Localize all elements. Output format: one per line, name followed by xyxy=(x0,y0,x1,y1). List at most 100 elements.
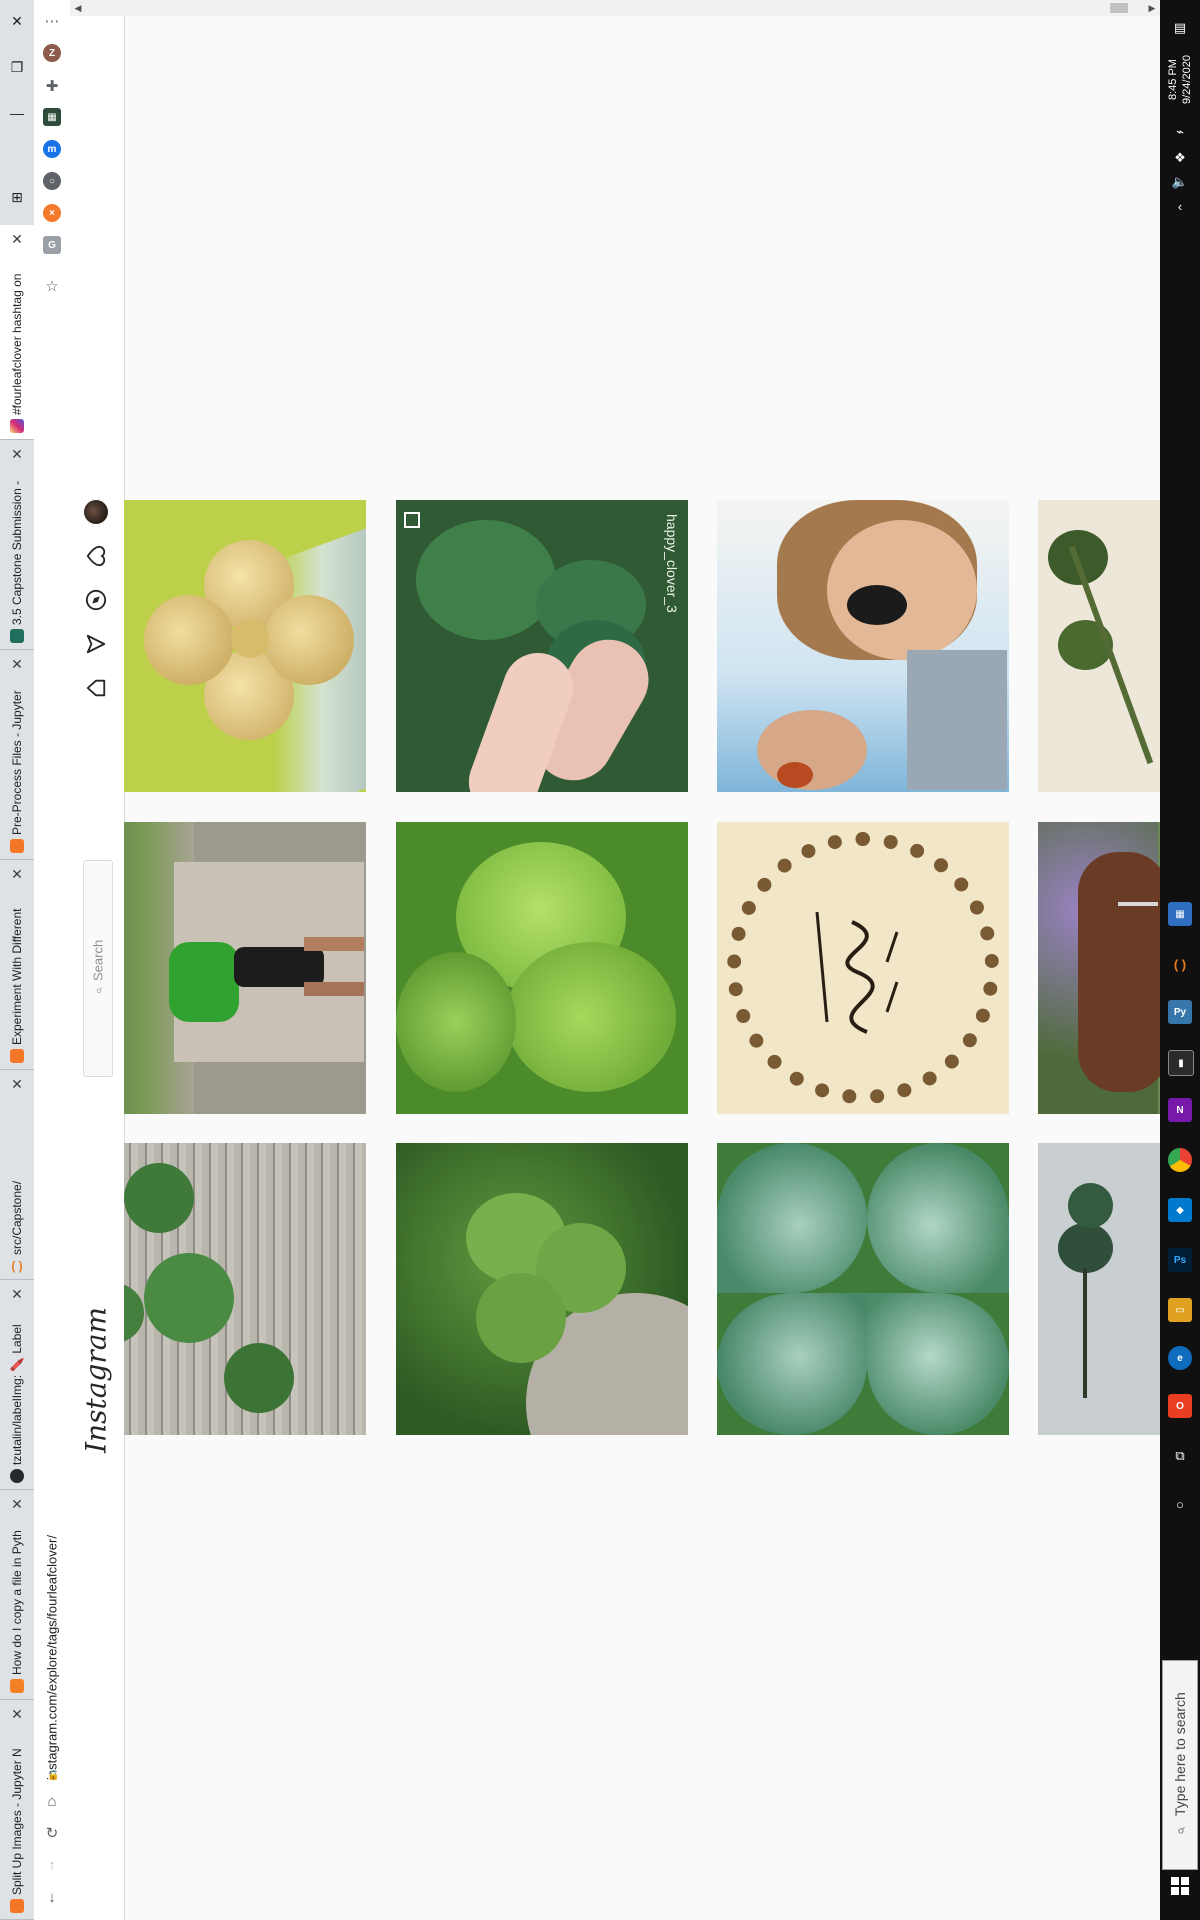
post-gold-clover-pendant[interactable] xyxy=(124,500,366,792)
post-clover-on-paper[interactable] xyxy=(1038,1143,1160,1435)
post-clover-on-rock[interactable] xyxy=(396,1143,688,1435)
profile-avatar[interactable]: Z xyxy=(43,44,61,62)
chrome-app-icon[interactable] xyxy=(1168,1148,1192,1172)
tab-split-up-images[interactable]: ✕ Split Up Images - Jupyter N xyxy=(0,1700,34,1920)
browser-tab-strip: ✕ ❐ — ⊞ ✕ Split Up Images - Jupyter N ✕ … xyxy=(0,0,34,1920)
office-app-icon[interactable]: O xyxy=(1168,1394,1192,1418)
tab-search-icon[interactable]: ⊞ xyxy=(6,186,28,208)
file-explorer-icon[interactable]: ▭ xyxy=(1168,1298,1192,1322)
tab-title: Split Up Images - Jupyter N xyxy=(10,1748,24,1895)
search-placeholder: ⌕ Search xyxy=(84,861,112,1076)
vscode-app-icon[interactable]: ◆ xyxy=(1168,1198,1192,1222)
tab-title: #fourleafclover hashtag on xyxy=(10,273,24,415)
tab-copy-file-python[interactable]: ✕ How do I copy a file in Pyth xyxy=(0,1490,34,1700)
scroll-left-arrow-icon[interactable]: ◀ xyxy=(70,0,86,16)
activity-heart-icon[interactable] xyxy=(84,544,108,568)
tab-title: How do I copy a file in Pyth xyxy=(10,1530,24,1675)
reload-icon[interactable]: ↻ xyxy=(41,1822,63,1844)
post-hand-with-ring[interactable] xyxy=(1038,822,1160,1114)
clover-leaf xyxy=(717,1293,867,1435)
extension-circle-icon[interactable]: ○ xyxy=(43,172,61,190)
taskbar-search-placeholder: ⌕ Type here to search xyxy=(1163,1661,1197,1869)
profile-avatar[interactable] xyxy=(84,500,108,524)
extension-m-icon[interactable]: m xyxy=(43,140,61,158)
post-clover-sprigs[interactable] xyxy=(1038,500,1160,792)
dropbox-icon[interactable]: ❖ xyxy=(1170,148,1190,168)
tab-src-capstone[interactable]: ✕ src/Capstone/ ( ) xyxy=(0,1070,34,1280)
tab-title: Pre-Process Files - Jupyter N xyxy=(10,686,24,835)
url-text[interactable]: instagram.com/explore/tags/fourleafclove… xyxy=(38,1300,66,1780)
tab-capstone-submission[interactable]: ✕ 3.5 Capstone Submission - xyxy=(0,440,34,650)
direct-messages-icon[interactable] xyxy=(84,632,108,656)
notifications-icon[interactable]: ▤ xyxy=(1170,18,1190,38)
volume-icon[interactable]: 🔈 xyxy=(1170,172,1190,192)
edge-app-icon[interactable]: e xyxy=(1168,1346,1192,1370)
green-shirt xyxy=(169,942,239,1022)
windows-start-icon[interactable] xyxy=(1170,1876,1190,1896)
home-icon[interactable] xyxy=(84,676,108,700)
clover-leaf xyxy=(506,942,676,1092)
pendant-petal xyxy=(144,595,234,685)
lock-icon[interactable]: 🔒 xyxy=(47,1770,59,1781)
close-icon[interactable]: ✕ xyxy=(9,446,25,462)
close-icon[interactable]: ✕ xyxy=(9,656,25,672)
clover-leaf xyxy=(224,1343,294,1413)
show-hidden-icons-icon[interactable]: ‹ xyxy=(1170,196,1190,216)
tab-title: src/Capstone/ xyxy=(10,1180,24,1255)
tab-labelimg[interactable]: ✕ tzutalin/labelImg: 🖍️ Label xyxy=(0,1280,34,1490)
face xyxy=(827,520,977,660)
extension-x-icon[interactable]: × xyxy=(43,204,61,222)
search-input[interactable]: ⌕ Search xyxy=(83,860,113,1077)
taskbar-clock[interactable]: 8:45 PM 9/24/2020 xyxy=(1162,40,1198,120)
instagram-icon xyxy=(10,419,24,433)
minimize-window-icon[interactable]: — xyxy=(6,102,28,124)
home-icon[interactable]: ⌂ xyxy=(41,1790,63,1812)
task-view-icon[interactable]: ⧉ xyxy=(1170,1446,1190,1466)
forward-icon[interactable]: ↑ xyxy=(41,1854,63,1876)
clover-leaf xyxy=(396,952,516,1092)
windows-taskbar: ⌕ Type here to search ○ ⧉ O e ▭ Ps ◆ N ▮… xyxy=(1160,0,1200,1920)
tab-experiment[interactable]: ✕ Experiment With Different xyxy=(0,860,34,1070)
clover-leaf xyxy=(144,1253,234,1343)
close-icon[interactable]: ✕ xyxy=(9,1286,25,1302)
tab-pre-process[interactable]: ✕ Pre-Process Files - Jupyter N xyxy=(0,650,34,860)
close-icon[interactable]: ✕ xyxy=(9,1706,25,1722)
post-person-green-shirt[interactable] xyxy=(124,822,366,1114)
tab-fourleafclover[interactable]: ✕ #fourleafclover hashtag on xyxy=(0,225,34,440)
extension-picture-icon[interactable]: ▦ xyxy=(43,108,61,126)
explore-compass-icon[interactable] xyxy=(84,588,108,612)
tab-title: tzutalin/labelImg: 🖍️ Label xyxy=(10,1324,24,1465)
close-window-icon[interactable]: ✕ xyxy=(6,10,28,32)
post-large-clover-closeup[interactable] xyxy=(717,1143,1009,1435)
calculator-app-icon[interactable]: ▦ xyxy=(1168,902,1192,926)
instagram-logo[interactable]: Instagram xyxy=(78,1307,114,1453)
photoshop-app-icon[interactable]: Ps xyxy=(1168,1248,1192,1272)
taskbar-search-box[interactable]: ⌕ Type here to search xyxy=(1162,1660,1198,1870)
network-icon[interactable]: ⌁ xyxy=(1170,122,1190,142)
tab-title: Experiment With Different xyxy=(10,908,24,1046)
brackets-app-icon[interactable]: ( ) xyxy=(1168,952,1192,976)
extensions-puzzle-icon[interactable]: ✚ xyxy=(41,75,63,97)
close-icon[interactable]: ✕ xyxy=(9,1076,25,1092)
close-icon[interactable]: ✕ xyxy=(9,231,25,247)
multiple-posts-icon xyxy=(404,512,420,528)
onenote-app-icon[interactable]: N xyxy=(1168,1098,1192,1122)
close-icon[interactable]: ✕ xyxy=(9,1496,25,1512)
cortana-icon[interactable]: ○ xyxy=(1170,1494,1190,1514)
bookmark-star-icon[interactable]: ☆ xyxy=(41,275,63,297)
post-clovers-on-wood[interactable] xyxy=(124,1143,366,1435)
close-icon[interactable]: ✕ xyxy=(9,866,25,882)
address-bar[interactable]: instagram.com/explore/tags/fourleafclove… xyxy=(38,1300,66,1781)
terminal-app-icon[interactable]: ▮ xyxy=(1168,1050,1194,1076)
extension-g-icon[interactable]: G xyxy=(43,236,61,254)
post-two-women-selfie[interactable] xyxy=(717,500,1009,792)
menu-dots-icon[interactable]: ⋯ xyxy=(41,10,63,32)
post-lucky-day-plate[interactable] xyxy=(717,822,1009,1114)
post-big-clover-leaves[interactable] xyxy=(396,822,688,1114)
post-hand-holding-clover[interactable]: happy_clover_3 xyxy=(396,500,688,792)
github-icon xyxy=(10,1469,24,1483)
restore-window-icon[interactable]: ❐ xyxy=(6,56,28,78)
clover-cluster xyxy=(416,520,556,640)
back-icon[interactable]: ↓ xyxy=(41,1886,63,1908)
python-app-icon[interactable]: Py xyxy=(1168,1000,1192,1024)
